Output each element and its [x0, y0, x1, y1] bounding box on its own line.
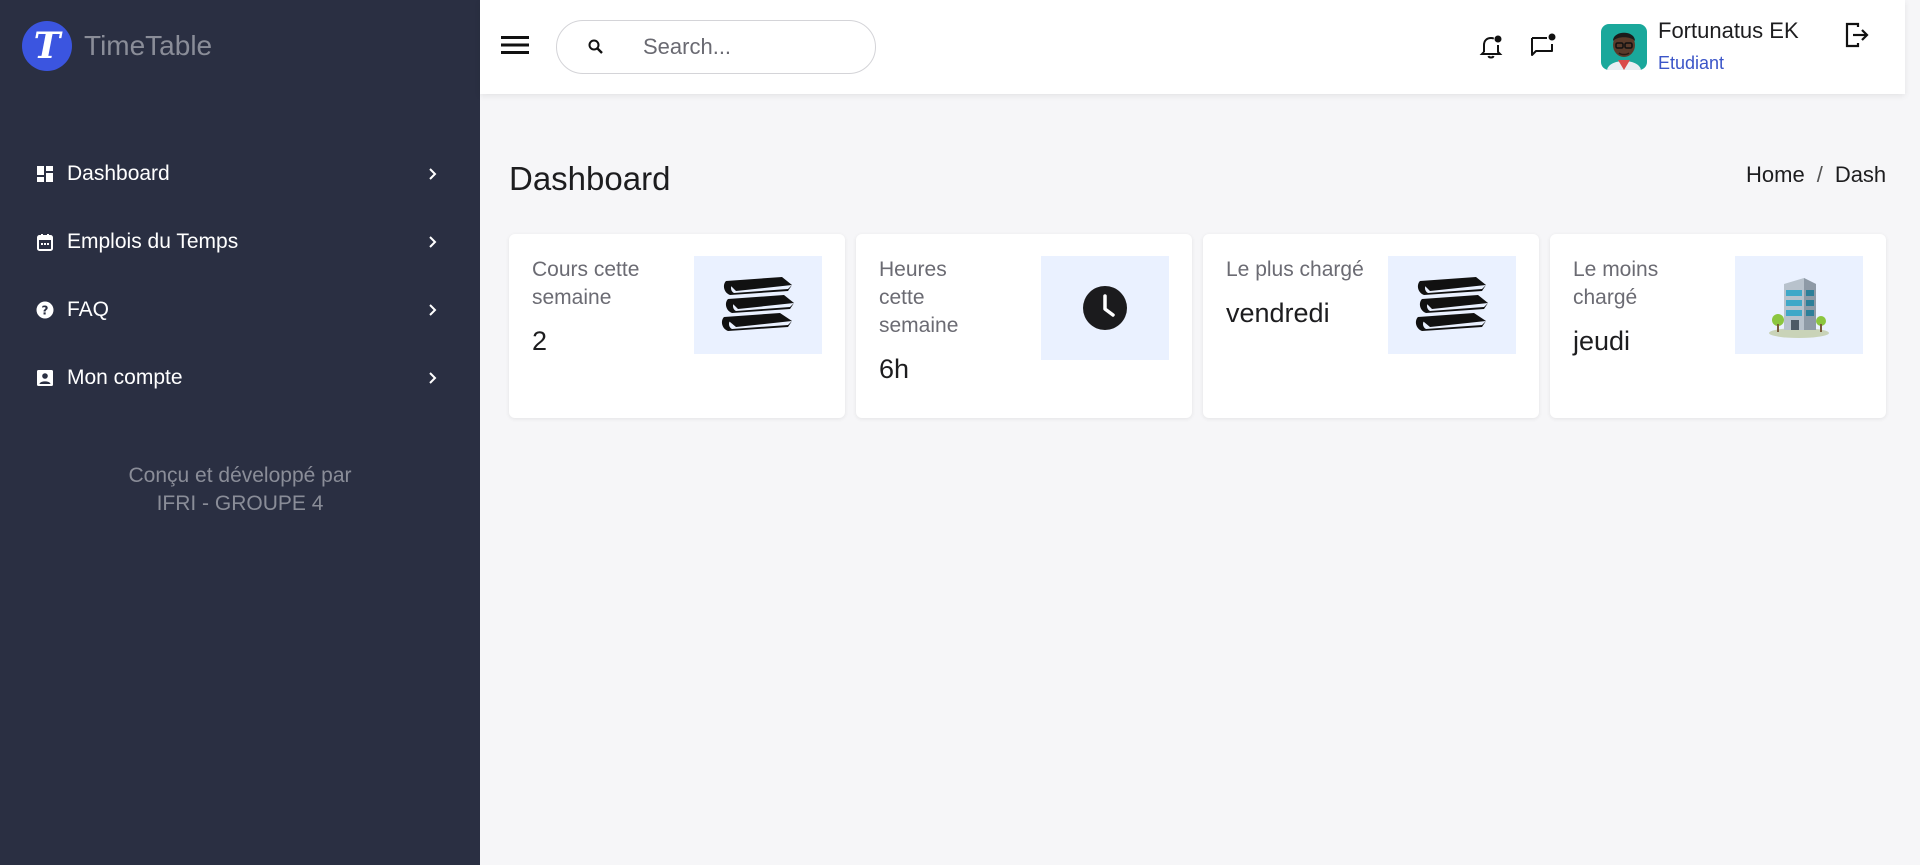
chevron-right-icon — [429, 168, 437, 180]
search-icon — [588, 39, 603, 54]
brand-name: TimeTable — [84, 30, 213, 61]
chevron-right-icon — [429, 304, 437, 316]
sidebar-item-dashboard[interactable]: Dashboard — [0, 140, 480, 208]
credits-line: IFRI - GROUPE 4 — [156, 492, 324, 515]
stat-card-label: Heures cette semaine — [879, 258, 959, 337]
sidebar-nav: Dashboard Emplois du Temps ? FAQ Mon com… — [0, 140, 480, 412]
top-header: Fortunatus EK Etudiant — [480, 0, 1905, 94]
account-box-icon — [36, 369, 54, 387]
svg-text:?: ? — [42, 304, 49, 318]
stat-card-label: Le moins chargé — [1573, 258, 1659, 309]
books-icon — [721, 277, 794, 331]
breadcrumb-home[interactable]: Home — [1746, 162, 1805, 188]
sidebar-item-mon-compte[interactable]: Mon compte — [0, 344, 480, 412]
breadcrumb-separator: / — [1816, 162, 1823, 187]
brand-logo: T — [22, 21, 72, 71]
stat-card-busiest-day: Le plus chargé vendredi — [1203, 234, 1539, 418]
logout-icon[interactable] — [1842, 20, 1872, 50]
stat-card-icon-box — [1041, 256, 1169, 360]
stat-card-hours: Heures cette semaine 6h — [856, 234, 1192, 418]
stat-card-label: Le plus chargé — [1226, 258, 1364, 281]
breadcrumb-current: Dash — [1834, 162, 1887, 187]
help-icon: ? — [36, 301, 54, 319]
sidebar-item-label: Emplois du Temps — [67, 230, 239, 253]
sidebar-item-label: Mon compte — [67, 366, 183, 389]
breadcrumb: Home / Dash — [1746, 162, 1886, 188]
brand[interactable]: T TimeTable — [22, 21, 212, 71]
clock-icon — [1083, 286, 1127, 330]
search-box — [556, 20, 876, 74]
credits-line: Conçu et développé par — [128, 464, 352, 487]
sidebar-item-emplois-du-temps[interactable]: Emplois du Temps — [0, 208, 480, 276]
credits: Conçu et développé par IFRI - GROUPE 4 — [0, 462, 480, 518]
page-title: Dashboard — [509, 160, 671, 197]
calendar-icon — [36, 233, 54, 251]
stat-card-lightest-day: Le moins chargé jeudi — [1550, 234, 1886, 418]
dashboard-icon — [36, 165, 54, 183]
user-name: Fortunatus EK — [1658, 18, 1799, 43]
user-role: Etudiant — [1658, 53, 1725, 73]
stat-card-value: 6h — [879, 354, 910, 384]
menu-icon[interactable] — [500, 32, 530, 58]
sidebar-item-label: Dashboard — [67, 162, 170, 185]
books-icon — [1415, 277, 1488, 331]
stat-card-icon-box — [1388, 256, 1516, 354]
notification-bell-icon[interactable] — [1475, 30, 1507, 62]
sidebar: T TimeTable Dashboard Emplois du Temps ?… — [0, 0, 480, 865]
stat-card-value: vendredi — [1226, 298, 1330, 328]
stat-card-courses: Cours cette semaine 2 — [509, 234, 845, 418]
stat-card-icon-box — [694, 256, 822, 354]
sidebar-item-label: FAQ — [67, 298, 110, 321]
search-input[interactable] — [643, 34, 843, 60]
chat-icon[interactable] — [1526, 30, 1558, 62]
stat-card-value: 2 — [532, 326, 548, 356]
stat-card-value: jeudi — [1573, 326, 1631, 356]
stat-card-icon-box — [1735, 256, 1863, 354]
avatar[interactable] — [1601, 24, 1647, 70]
office-building-icon — [1769, 278, 1829, 338]
chevron-right-icon — [429, 372, 437, 384]
stat-card-label: Cours cette semaine — [532, 258, 640, 309]
chevron-right-icon — [429, 236, 437, 248]
sidebar-item-faq[interactable]: ? FAQ — [0, 276, 480, 344]
